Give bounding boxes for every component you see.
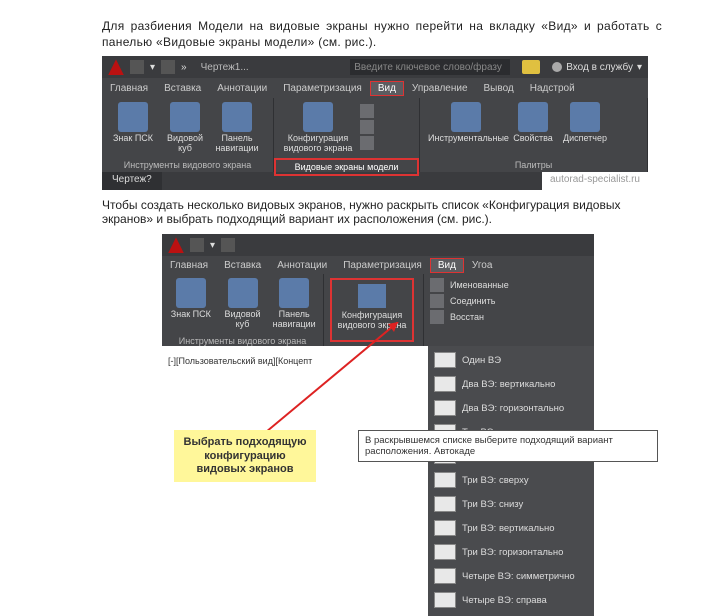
dropdown-item[interactable]: Три ВЭ: снизу (428, 492, 594, 516)
signin-button[interactable]: Вход в службу ▾ (552, 62, 642, 73)
recent-icon[interactable] (190, 238, 204, 252)
tab-annotate[interactable]: Аннотации (269, 258, 335, 273)
screenshot-2: ▾ Главная Вставка Аннотации Параметризац… (162, 234, 594, 616)
right-button-stack: Именованные Соединить Восстан (424, 274, 594, 324)
small-button-2[interactable] (360, 120, 374, 134)
navbar-button[interactable]: Панель навигации (214, 102, 260, 154)
ucs-icon (176, 278, 206, 308)
panel-title-model-viewports: Видовые экраны модели (274, 158, 419, 176)
manager-icon (570, 102, 600, 132)
small-icon (360, 136, 374, 150)
palette-icon (451, 102, 481, 132)
properties-button[interactable]: Свойства (510, 102, 556, 144)
tab-home[interactable]: Главная (102, 81, 156, 96)
layout-thumb-icon (434, 592, 456, 608)
chevron-down-icon[interactable]: ▾ (210, 240, 215, 251)
title-bar: ▾ » Чертеж1... Введите ключевое слово/фр… (102, 56, 648, 78)
dropdown-item[interactable]: Два ВЭ: вертикально (428, 372, 594, 396)
navbar-icon (222, 102, 252, 132)
join-button[interactable]: Соединить (430, 294, 594, 308)
small-icon (360, 104, 374, 118)
panel-title-palettes: Палитры (420, 158, 647, 172)
layout-thumb-icon (434, 496, 456, 512)
annotation-callout: Выбрать подходящую конфигурацию видовых … (174, 430, 316, 482)
chevron-icon: » (181, 62, 187, 73)
dropdown-item[interactable]: Два ВЭ: горизонтально (428, 396, 594, 420)
tooltip: В раскрывшемся списке выберите подходящи… (358, 430, 658, 462)
dropdown-item[interactable]: Четыре ВЭ: симметрично (428, 564, 594, 588)
app-logo-icon (108, 59, 124, 75)
join-icon (430, 294, 444, 308)
layout-thumb-icon (434, 472, 456, 488)
lower-area: [-][Пользовательский вид][Концепт Выбрат… (162, 346, 594, 616)
navbar-icon (279, 278, 309, 308)
screenshot-1: ▾ » Чертеж1... Введите ключевое слово/фр… (102, 56, 648, 190)
tab-output[interactable]: Вывод (476, 81, 522, 96)
named-icon (430, 278, 444, 292)
restore-icon (430, 310, 444, 324)
tab-home[interactable]: Главная (162, 258, 216, 273)
named-views-button[interactable]: Именованные (430, 278, 594, 292)
manager-button[interactable]: Диспетчер (562, 102, 608, 144)
ribbon-tabs: Главная Вставка Аннотации Параметризация… (102, 78, 648, 98)
layout-thumb-icon (434, 544, 456, 560)
ucs-icon-button[interactable]: Знак ПСК (168, 278, 214, 330)
layout-thumb-icon (434, 520, 456, 536)
viewport-config-button[interactable]: Конфигурация видового экрана (282, 102, 354, 154)
viewport-config-icon (358, 284, 386, 308)
tab-parametric[interactable]: Параметризация (335, 258, 430, 273)
viewcube-icon (170, 102, 200, 132)
chevron-down-icon: ▾ (637, 62, 642, 73)
app-logo-icon (168, 237, 184, 253)
viewcube-icon (228, 278, 258, 308)
document-name: Чертеж1... (201, 62, 249, 73)
tab-manage[interactable]: Управление (404, 81, 476, 96)
dropdown-item[interactable]: Четыре ВЭ: справа (428, 588, 594, 612)
tool-palettes-button[interactable]: Инструментальные (428, 102, 504, 144)
status-tab[interactable]: Чертеж? (102, 172, 162, 190)
dropdown-item[interactable]: Три ВЭ: вертикально (428, 516, 594, 540)
tab-annotate[interactable]: Аннотации (209, 81, 275, 96)
drawing-canvas[interactable]: [-][Пользовательский вид][Концепт Выбрат… (162, 346, 428, 616)
viewport-config-icon (303, 102, 333, 132)
layout-thumb-icon (434, 376, 456, 392)
dropdown-item[interactable]: Три ВЭ: горизонтально (428, 540, 594, 564)
title-bar: ▾ (162, 234, 594, 256)
tab-insert[interactable]: Вставка (216, 258, 269, 273)
tab-view[interactable]: Вид (370, 81, 404, 96)
layout-thumb-icon (434, 400, 456, 416)
save-icon[interactable] (161, 60, 175, 74)
restore-button[interactable]: Восстан (430, 310, 594, 324)
intro-paragraph-2: Чтобы создать несколько видовых экранов,… (102, 198, 662, 226)
viewcube-button[interactable]: Видовой куб (162, 102, 208, 154)
small-icon (360, 120, 374, 134)
properties-icon (518, 102, 548, 132)
save-icon[interactable] (221, 238, 235, 252)
ribbon-tabs: Главная Вставка Аннотации Параметризация… (162, 256, 594, 274)
user-icon (552, 62, 562, 72)
small-button-3[interactable] (360, 136, 374, 150)
help-badge-icon[interactable] (522, 60, 540, 74)
search-input[interactable]: Введите ключевое слово/фразу (350, 59, 510, 75)
small-button-1[interactable] (360, 104, 374, 118)
panel-title-viewport-tools: Инструменты видового экрана (102, 158, 273, 172)
ucs-icon (118, 102, 148, 132)
dropdown-item[interactable]: Три ВЭ: сверху (428, 468, 594, 492)
ribbon: Знак ПСК Видовой куб Панель навигации Ин… (102, 98, 648, 172)
tab-view[interactable]: Вид (430, 258, 464, 273)
recent-icon[interactable] (130, 60, 144, 74)
tab-addins[interactable]: Надстрой (522, 81, 583, 96)
intro-paragraph-1: Для разбиения Модели на видовые экраны н… (102, 18, 662, 50)
layout-thumb-icon (434, 352, 456, 368)
tab-parametric[interactable]: Параметризация (275, 81, 370, 96)
tab-other[interactable]: Угоа (464, 258, 500, 273)
dropdown-item[interactable]: Один ВЭ (428, 348, 594, 372)
tab-insert[interactable]: Вставка (156, 81, 209, 96)
viewport-config-dropdown: Один ВЭ Два ВЭ: вертикально Два ВЭ: гори… (428, 346, 594, 616)
dropdown-arrow-icon[interactable]: ▾ (150, 62, 155, 73)
watermark: autorad-specialist.ru (542, 172, 648, 190)
ucs-icon-button[interactable]: Знак ПСК (110, 102, 156, 144)
layout-thumb-icon (434, 568, 456, 584)
